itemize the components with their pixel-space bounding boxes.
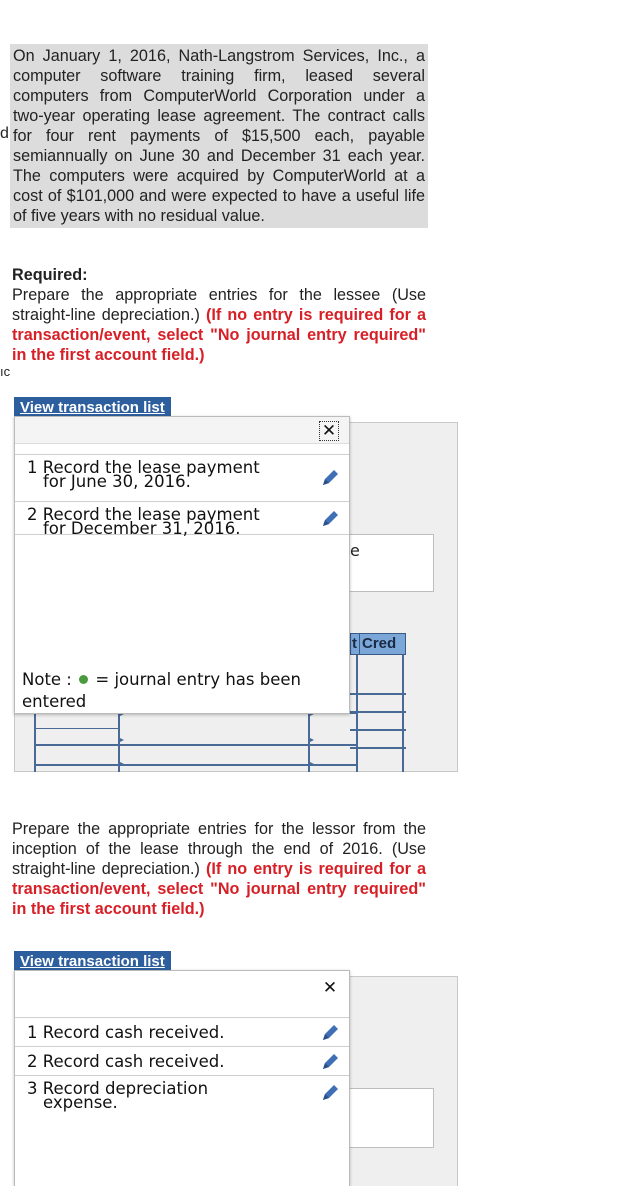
close-icon[interactable]: ✕ [321, 979, 339, 997]
note-prefix: Note : [22, 670, 72, 689]
transaction-item[interactable]: 1 Record cash received. [15, 1017, 349, 1047]
lessee-partial-label: e [350, 541, 360, 560]
grid-line [350, 729, 406, 731]
transaction-item[interactable]: 3 Record depreciation expense. [15, 1076, 349, 1112]
lessor-requirements: Prepare the appropriate entries for the … [12, 819, 426, 919]
clipped-text-fragment-2: ıc [0, 364, 11, 379]
popup-header: ✕ [15, 417, 349, 444]
edit-pencil-icon[interactable] [319, 467, 341, 489]
transaction-item[interactable]: 2 Record cash received. [15, 1047, 349, 1076]
dropdown-marker [118, 761, 124, 767]
dropdown-marker [118, 737, 124, 743]
close-icon[interactable]: ✕ [319, 421, 339, 441]
transaction-label: 1 Record cash received. [27, 1023, 225, 1042]
edit-pencil-icon[interactable] [319, 1082, 341, 1104]
transaction-label: 3 Record depreciation expense. [27, 1079, 209, 1112]
entry-status-note: Note : = journal entry has been entered [22, 669, 342, 713]
grid-line [350, 693, 406, 695]
transaction-item[interactable]: 2 Record the lease payment for December … [15, 502, 349, 538]
column-header-fragment: t [352, 635, 357, 652]
lessor-transaction-list-popup: ✕ 1 Record cash received. 2 Record cash … [14, 970, 350, 1186]
edit-pencil-icon[interactable] [319, 508, 341, 530]
transaction-label: 2 Record the lease payment for December … [27, 505, 260, 538]
problem-text: On January 1, 2016, Nath-Langstrom Servi… [10, 44, 428, 228]
required-heading: Required: [12, 266, 88, 284]
dropdown-marker [308, 737, 314, 743]
grid-line [350, 747, 406, 749]
entered-status-dot-icon [79, 675, 89, 684]
transaction-label: 2 Record cash received. [27, 1052, 225, 1071]
view-transaction-list-button[interactable]: View transaction list [14, 397, 171, 417]
column-header-credit: Cred [362, 635, 397, 652]
credit-column-cells[interactable] [356, 655, 404, 772]
credit-column-header: t Cred [350, 633, 406, 655]
view-transaction-list-button-lessor[interactable]: View transaction list [14, 951, 171, 971]
transaction-item[interactable]: 1 Record the lease payment for June 30, … [15, 454, 349, 502]
transaction-label: 1 Record the lease payment for June 30, … [27, 458, 260, 491]
popup-header: ✕ [15, 971, 349, 1007]
edit-pencil-icon[interactable] [319, 1022, 341, 1044]
grid-line [350, 711, 406, 713]
lessee-requirements: Required: Prepare the appropriate entrie… [12, 265, 426, 365]
dropdown-marker [308, 761, 314, 767]
lessee-textbox[interactable] [348, 534, 434, 592]
edit-pencil-icon[interactable] [319, 1051, 341, 1073]
lessor-textbox[interactable] [348, 1088, 434, 1148]
clipped-text-fragment: d [0, 125, 9, 142]
